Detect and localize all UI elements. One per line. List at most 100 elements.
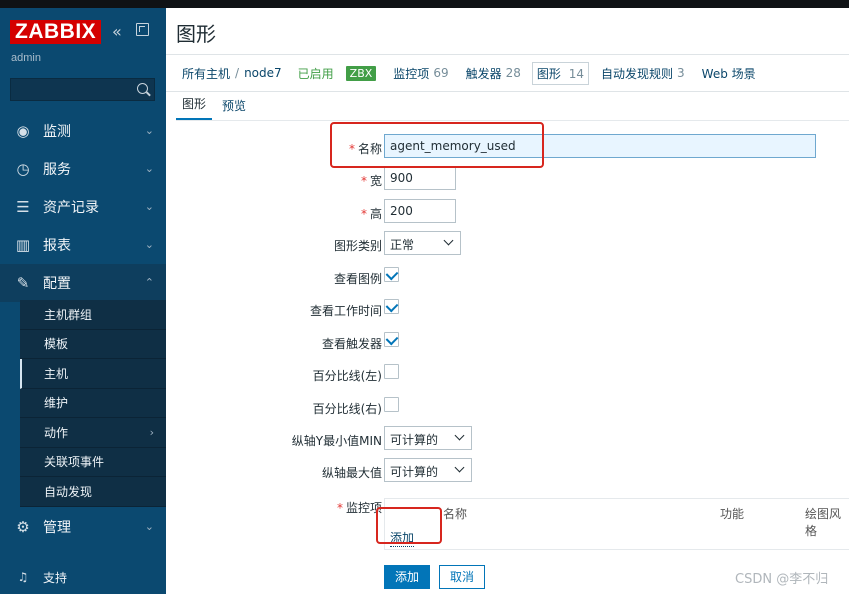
submenu-actions[interactable]: 动作 › [20, 418, 166, 448]
tab-graph[interactable]: 图形 [176, 95, 213, 120]
ymin-value: 可计算的 [390, 433, 439, 447]
main-content: 图形 所有主机 / node7 已启用 ZBX 监控项 69 触发器 28 图形… [166, 8, 849, 594]
wrench-icon: ✎ [16, 274, 30, 292]
percentile-left-label: 百分比线(左) [312, 369, 382, 383]
submenu-label: 动作 [44, 425, 69, 440]
ymax-label: 纵轴最大值 [321, 466, 382, 480]
link-triggers[interactable]: 触发器 [466, 65, 502, 82]
chevron-down-icon [454, 462, 465, 473]
submenu-discovery[interactable]: 自动发现 [20, 477, 166, 507]
top-strip [0, 0, 849, 8]
zabbix-logo[interactable]: ZABBIX [10, 20, 102, 44]
show-legend-checkbox[interactable] [384, 267, 399, 282]
nav-label: 监测 [43, 124, 71, 140]
graph-type-select[interactable]: 正常 [384, 231, 461, 255]
ymax-value: 可计算的 [390, 465, 439, 479]
ymin-select[interactable]: 可计算的 [384, 426, 472, 450]
config-submenu: 主机群组 模板 主机 维护 动作 › 关联项事件 自动发现 [20, 300, 166, 507]
chevron-down-icon: ⌄ [144, 162, 154, 175]
submenu-hosts[interactable]: 主机 [20, 359, 166, 389]
nav-administration[interactable]: ⚙ 管理 ⌄ [0, 508, 166, 546]
required-mark: * [360, 174, 367, 188]
page-title: 图形 [176, 22, 216, 46]
width-label-text: 宽 [369, 174, 382, 188]
nav-support[interactable]: ♫ 支持 [0, 558, 166, 594]
percentile-right-checkbox[interactable] [384, 397, 399, 412]
tab-preview[interactable]: 预览 [216, 97, 252, 120]
items-table: 名称 功能 绘图风格 添加 [384, 498, 849, 550]
required-mark: * [360, 207, 367, 221]
nav-services[interactable]: ◷ 服务 ⌄ [0, 150, 166, 188]
chevron-down-icon: ⌄ [144, 238, 154, 251]
height-label: * 高 [361, 205, 382, 222]
show-legend-label: 查看图例 [333, 272, 382, 286]
submenu-maintenance[interactable]: 维护 [20, 389, 166, 418]
link-web-scenarios[interactable]: Web 场景 [702, 65, 756, 82]
width-input[interactable]: 900 [384, 166, 456, 190]
nav-label: 管理 [43, 520, 71, 536]
clock-icon: ◷ [16, 160, 30, 178]
items-count: 69 [433, 66, 449, 80]
nav-label: 服务 [43, 162, 71, 178]
percentile-right-label: 百分比线(右) [312, 402, 382, 416]
chevron-down-icon: ⌄ [144, 124, 154, 137]
nav-label: 配置 [43, 276, 71, 292]
sidebar: ZABBIX « admin ◉ 监测 ⌄ ◷ 服务 ⌄ ☰ 资产记录 ⌄ ▥ … [0, 8, 166, 594]
height-label-text: 高 [369, 207, 382, 221]
nav-monitoring[interactable]: ◉ 监测 ⌄ [0, 112, 166, 150]
list-icon: ☰ [16, 198, 30, 216]
show-worktime-label: 查看工作时间 [309, 304, 382, 318]
show-worktime-checkbox[interactable] [384, 299, 399, 314]
chevron-down-icon [454, 430, 465, 441]
height-input[interactable]: 200 [384, 199, 456, 223]
user-name: admin [11, 52, 41, 64]
row-height: * 高 200 [176, 199, 849, 225]
add-button[interactable]: 添加 [384, 565, 430, 589]
required-mark: * [336, 501, 343, 515]
percentile-left-checkbox[interactable] [384, 364, 399, 379]
show-triggers-checkbox[interactable] [384, 332, 399, 347]
submenu-event-correlation[interactable]: 关联项事件 [20, 448, 166, 477]
nav-reports[interactable]: ▥ 报表 ⌄ [0, 226, 166, 264]
link-items[interactable]: 监控项 [393, 65, 429, 82]
graphs-count: 14 [568, 66, 585, 81]
chevron-up-icon: ⌃ [144, 276, 154, 289]
submenu-templates[interactable]: 模板 [20, 330, 166, 359]
triggers-count: 28 [505, 66, 521, 80]
link-graphs-active[interactable]: 图形 14 [531, 61, 590, 85]
row-graph-type: 图形类别 正常 [176, 231, 849, 257]
breadcrumb: 所有主机 / node7 已启用 ZBX 监控项 69 触发器 28 图形 14… [166, 54, 849, 92]
ymax-select[interactable]: 可计算的 [384, 458, 472, 482]
nav-inventory[interactable]: ☰ 资产记录 ⌄ [0, 188, 166, 226]
nav-configuration[interactable]: ✎ 配置 ⌃ [0, 264, 166, 302]
graphs-label: 图形 [536, 66, 561, 81]
row-percentile-left: 百分比线(左) [176, 361, 849, 387]
row-show-legend: 查看图例 [176, 264, 849, 290]
graph-type-value: 正常 [390, 238, 415, 252]
breadcrumb-all-hosts[interactable]: 所有主机 [182, 65, 230, 82]
width-label: * 宽 [361, 172, 382, 189]
graph-form: * 名称 agent_memory_used * 宽 900 * 高 200 图形类别… [176, 120, 849, 594]
annotation-box-add [376, 507, 442, 544]
host-status-enabled[interactable]: 已启用 [298, 65, 334, 82]
collapse-sidebar-icon[interactable]: « [112, 22, 122, 41]
row-percentile-right: 百分比线(右) [176, 394, 849, 420]
row-width: * 宽 900 [176, 166, 849, 192]
headset-icon: ♫ [17, 570, 29, 584]
bar-chart-icon: ▥ [15, 236, 31, 254]
kiosk-mode-icon[interactable] [136, 23, 149, 36]
graph-type-label: 图形类别 [333, 239, 382, 253]
search-icon[interactable] [137, 83, 148, 94]
zbx-availability-badge: ZBX [345, 65, 377, 81]
search-input[interactable] [10, 78, 155, 101]
cancel-button[interactable]: 取消 [439, 565, 485, 589]
row-show-worktime: 查看工作时间 [176, 296, 849, 322]
nav-label: 报表 [43, 238, 71, 254]
form-tabs: 图形 预览 [176, 94, 252, 120]
row-ymax: 纵轴最大值 可计算的 [176, 458, 849, 484]
submenu-host-groups[interactable]: 主机群组 [20, 300, 166, 330]
link-discovery-rules[interactable]: 自动发现规则 [601, 65, 673, 82]
breadcrumb-host[interactable]: node7 [244, 66, 282, 80]
nav-label: 支持 [43, 570, 68, 585]
breadcrumb-separator: / [235, 66, 240, 80]
